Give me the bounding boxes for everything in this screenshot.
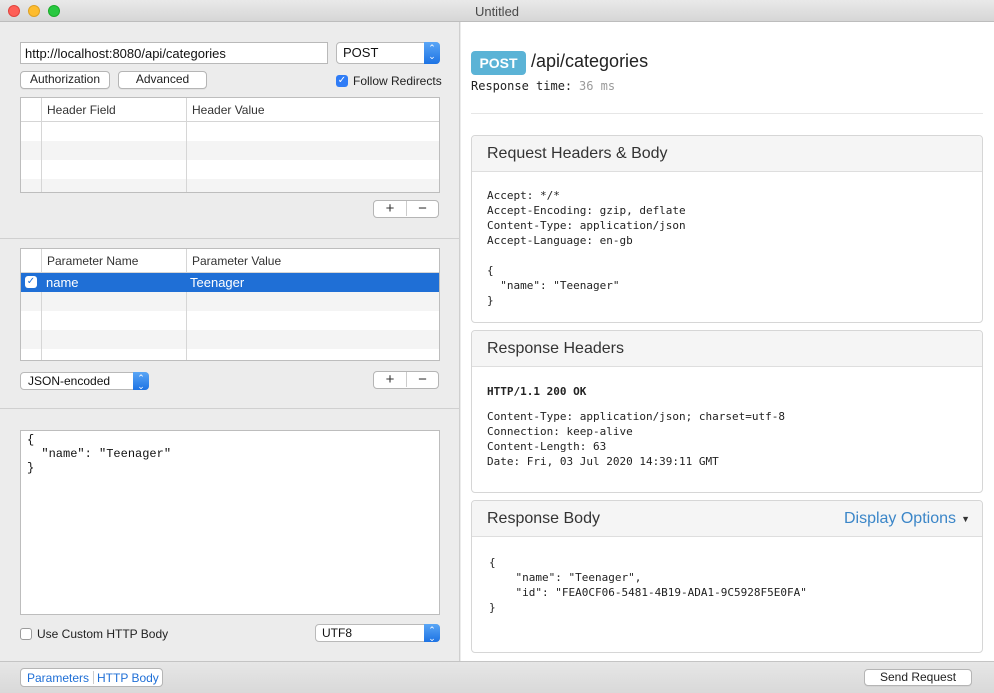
charset-popup-value: UTF8 — [322, 626, 352, 640]
follow-redirects-label: Follow Redirects — [353, 74, 442, 88]
column-parameter-value: Parameter Value — [192, 254, 282, 268]
table-row[interactable] — [21, 141, 439, 160]
column-header-value: Header Value — [192, 103, 265, 117]
response-body-panel: Response Body Display Options ▼ { "name"… — [471, 500, 983, 653]
section-divider — [0, 408, 460, 409]
segment-divider — [93, 671, 94, 684]
column-divider — [41, 292, 42, 360]
method-popup-value: POST — [343, 45, 379, 60]
column-divider — [41, 98, 42, 192]
request-headers-body-panel: Request Headers & Body Accept: */* Accep… — [471, 135, 983, 323]
column-header-field: Header Field — [47, 103, 116, 117]
panel-header: Request Headers & Body — [472, 136, 982, 172]
table-row[interactable] — [21, 179, 439, 192]
http-body-editor[interactable]: { "name": "Teenager" } — [20, 430, 440, 615]
request-path: /api/categories — [531, 51, 649, 71]
custom-body-label: Use Custom HTTP Body — [37, 627, 169, 641]
send-request-button[interactable]: Send Request — [864, 669, 972, 686]
headers-table-header: Header Field Header Value — [21, 98, 439, 122]
response-time-value: 36 ms — [579, 79, 616, 93]
headers-add-remove-control: + − — [373, 200, 439, 218]
add-parameter-button[interactable]: + — [374, 372, 406, 387]
method-badge: POST — [471, 51, 526, 75]
parameters-table-header: Parameter Name Parameter Value — [21, 249, 439, 273]
param-name-cell[interactable]: name — [46, 275, 79, 290]
add-header-button[interactable]: + — [374, 201, 406, 216]
title-bar: Untitled — [0, 0, 994, 22]
request-body-text: { "name": "Teenager" } — [487, 264, 620, 307]
divider — [471, 113, 983, 114]
display-options-link[interactable]: Display Options — [844, 510, 956, 528]
panel-title: Response Headers — [487, 340, 624, 357]
editor-mode-segmented-control: Parameters HTTP Body — [20, 668, 163, 687]
bottom-bar: Parameters HTTP Body Send Request — [0, 661, 994, 693]
request-editor-pane: http://localhost:8080/api/categories POS… — [0, 22, 460, 661]
parameters-table: Parameter Name Parameter Value ✓ name Te… — [20, 248, 440, 361]
column-divider — [41, 249, 42, 273]
panel-header: Response Body Display Options ▼ — [472, 501, 982, 537]
encoding-popup[interactable]: JSON-encoded ⌃ ⌄ — [20, 372, 149, 391]
response-headers-text: Content-Type: application/json; charset=… — [487, 410, 786, 468]
params-add-remove-control: + − — [373, 371, 439, 389]
advanced-button[interactable]: Advanced — [118, 71, 207, 89]
authorization-button[interactable]: Authorization — [20, 71, 110, 89]
table-row[interactable] — [21, 311, 439, 330]
section-divider — [0, 238, 460, 239]
table-row[interactable] — [21, 160, 439, 179]
panel-title: Request Headers & Body — [487, 145, 668, 162]
encoding-popup-value: JSON-encoded — [28, 374, 111, 388]
http-body-text[interactable]: { "name": "Teenager" } — [27, 433, 433, 475]
tab-http-body[interactable]: HTTP Body — [97, 671, 159, 685]
headers-table: Header Field Header Value — [20, 97, 440, 193]
response-body-text: { "name": "Teenager", "id": "FEA0CF06-54… — [489, 556, 807, 614]
panel-title: Response Body — [487, 510, 600, 527]
response-headers-panel: Response Headers HTTP/1.1 200 OK Content… — [471, 330, 983, 493]
row-enabled-checkbox[interactable]: ✓ — [25, 276, 37, 288]
column-divider — [186, 249, 187, 273]
param-value-cell[interactable]: Teenager — [190, 275, 244, 290]
table-row[interactable] — [21, 122, 439, 141]
response-time-label: Response time: — [471, 79, 573, 93]
table-row-selected[interactable]: ✓ name Teenager — [21, 273, 439, 292]
follow-redirects-checkbox[interactable]: ✓ — [336, 75, 348, 87]
column-parameter-name: Parameter Name — [47, 254, 139, 268]
caret-down-icon[interactable]: ▼ — [961, 514, 970, 524]
remove-parameter-button[interactable]: − — [406, 372, 438, 387]
column-divider — [186, 98, 187, 192]
response-pane: POST /api/categories Response time: 36 m… — [461, 22, 994, 661]
charset-popup[interactable]: UTF8 ⌃ ⌄ — [315, 624, 440, 643]
panel-header: Response Headers — [472, 331, 982, 367]
request-headers-text: Accept: */* Accept-Encoding: gzip, defla… — [487, 189, 686, 247]
response-status-line: HTTP/1.1 200 OK — [487, 385, 587, 398]
column-divider — [186, 292, 187, 360]
popup-chevron-icon: ⌃ ⌄ — [424, 624, 440, 643]
window-title: Untitled — [474, 4, 520, 19]
table-row[interactable] — [21, 292, 439, 311]
popup-chevron-icon: ⌃ ⌄ — [424, 42, 440, 64]
tab-parameters[interactable]: Parameters — [27, 671, 89, 685]
popup-chevron-icon: ⌃ ⌄ — [133, 372, 149, 391]
custom-body-checkbox[interactable] — [20, 628, 32, 640]
url-field[interactable]: http://localhost:8080/api/categories — [20, 42, 328, 64]
method-popup[interactable]: POST ⌃ ⌄ — [336, 42, 440, 64]
remove-header-button[interactable]: − — [406, 201, 438, 216]
table-row[interactable] — [21, 330, 439, 349]
